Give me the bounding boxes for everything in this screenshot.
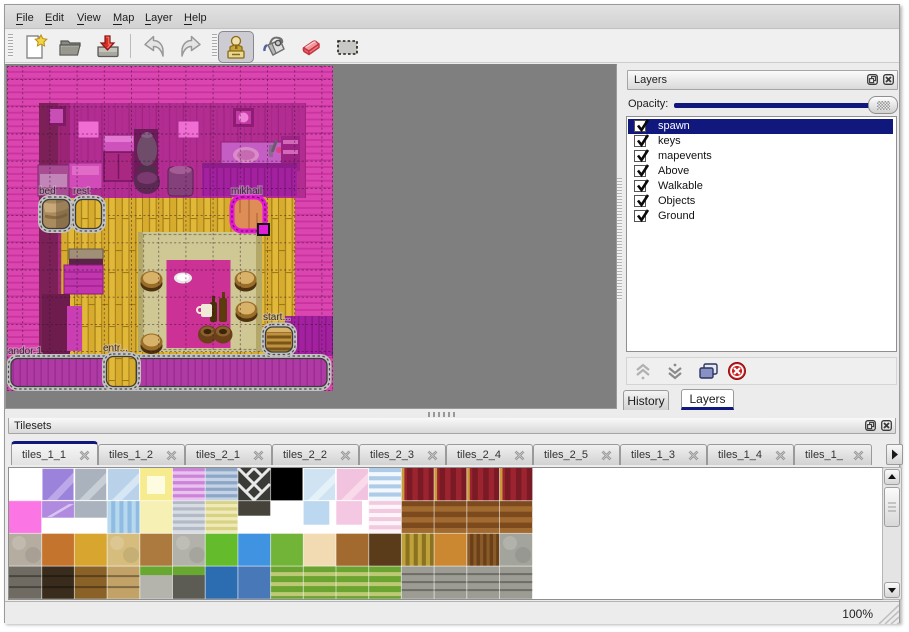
svg-text:bed: bed bbox=[39, 186, 56, 197]
svg-text:rest: rest bbox=[73, 186, 90, 197]
svg-text:andor:1: andor:1 bbox=[8, 346, 42, 357]
svg-text:entr...: entr... bbox=[103, 343, 128, 354]
svg-text:start...: start... bbox=[263, 312, 291, 323]
svg-text:mikhail: mikhail bbox=[231, 186, 262, 197]
